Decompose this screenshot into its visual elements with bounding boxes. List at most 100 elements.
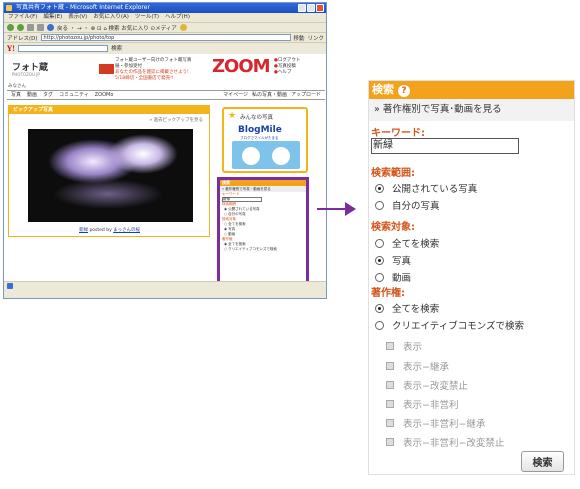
radio-selected-icon (375, 303, 384, 313)
refresh-icon[interactable] (37, 24, 44, 31)
cc-by-nd-checkbox[interactable]: 表示−改変禁止 (386, 378, 468, 392)
cc-by-nc-sa-label: 表示−非営利−継承 (403, 419, 486, 430)
maximize-button[interactable] (307, 4, 315, 12)
posted-by-label: posted by (89, 228, 112, 233)
minna-banner[interactable]: ★ みんなの写真 BlogMile ブログでマイルがたまる (222, 107, 308, 173)
rights-cc-radio[interactable]: クリエイティブコモンズで検索 (375, 318, 524, 332)
window-title: 写真共有フォト蔵 - Microsoft Internet Explorer (16, 4, 150, 11)
menu-view[interactable]: 表示(V) (68, 13, 87, 22)
photo-user-link[interactable]: まっさんの桜 (113, 228, 140, 233)
cc-by-checkbox[interactable]: 表示 (386, 339, 422, 353)
menubar: ファイル(F) 編集(E) 表示(V) お気に入り(A) ツール(T) ヘルプ(… (4, 13, 326, 22)
menu-help[interactable]: ヘルプ(H) (165, 13, 190, 22)
rights-label: 著作権: (371, 288, 405, 299)
rights-browse-link[interactable]: » 著作権別で写真･動画を見る (369, 99, 574, 121)
right-arrow-icon (317, 208, 347, 210)
photo-title-link[interactable]: 新緑 (79, 228, 88, 233)
nav-video[interactable]: 動画 (27, 91, 37, 99)
arrow-head-icon (345, 202, 356, 216)
target-label: 検索対象: (371, 222, 415, 233)
checkbox-icon (386, 400, 394, 408)
promo-line-1: フォト蔵ユーザー向けのフォト蔵写真展・参加受付 (115, 58, 192, 69)
pickup-section: ピックアップ写真 » 過去ピックアップを見る 新緑 posted by まっさん… (8, 105, 210, 237)
cc-by-nc-checkbox[interactable]: 表示−非営利 (386, 397, 458, 411)
cc-by-label: 表示 (403, 342, 423, 353)
address-bar: アドレス(D) http://photozou.jp/photo/top 移動 … (4, 32, 326, 42)
keyword-label: キーワード: (371, 128, 425, 139)
search-button[interactable]: 検索 (521, 451, 564, 472)
go-button[interactable]: 移動 (294, 34, 305, 42)
browser-window: 写真共有フォト蔵 - Microsoft Internet Explorer フ… (3, 2, 327, 299)
dog-mascot-icon (242, 147, 260, 165)
nav-photo[interactable]: 写真 (11, 91, 21, 99)
minna-title: みんなの写真 (240, 115, 274, 121)
photo-caption: 新緑 posted by まっさんの桜 (79, 227, 140, 233)
cat-mascot-icon (272, 147, 290, 165)
menu-tools[interactable]: ツール(T) (135, 13, 159, 22)
header-links: ログアウト 写真投稿 ヘルプ (274, 58, 301, 76)
keyword-input[interactable]: 新緑 (371, 138, 519, 154)
scope-mine-radio[interactable]: 自分の写真 (375, 198, 440, 212)
status-bar (4, 281, 326, 290)
nav-my-photos[interactable]: 私の写真・動画 (252, 91, 287, 99)
nav-community[interactable]: コミュニティ (59, 91, 89, 99)
forward-icon[interactable] (17, 24, 24, 31)
toolbar-search-button[interactable]: 検索 (111, 44, 122, 52)
cc-by-nc-nd-checkbox[interactable]: 表示−非営利−改変禁止 (386, 435, 504, 449)
blogmile-logo: BlogMile (238, 125, 282, 135)
search-panel-title: 検索 (372, 83, 394, 96)
nav-tag[interactable]: タグ (43, 91, 53, 99)
links-label: リンク (307, 35, 325, 42)
menu-favorites[interactable]: お気に入り(A) (93, 13, 129, 22)
question-circle-icon[interactable]: ? (398, 85, 410, 97)
nav-zoomo[interactable]: ZOOMo (95, 91, 114, 99)
checkbox-icon (386, 342, 394, 350)
yahoo-toolbar: Y! 検索 (4, 42, 326, 53)
rights-all-radio[interactable]: 全てを検索 (375, 301, 439, 315)
minimize-button[interactable] (298, 4, 306, 12)
target-all-label: 全てを検索 (392, 239, 440, 250)
target-photo-radio[interactable]: 写真 (375, 253, 411, 267)
rights-cc-label: クリエイティブコモンズで検索 (392, 321, 525, 332)
scope-public-label: 公開されている写真 (392, 184, 478, 195)
pickup-photo[interactable] (28, 129, 193, 222)
promo-line-3: 5/18締切・全国書店で発売!! (115, 76, 174, 81)
scope-public-radio[interactable]: 公開されている写真 (375, 181, 477, 195)
site-logo-sub: PHOTOZOU.JP (12, 72, 40, 77)
radio-icon (375, 200, 384, 210)
toolbar-text: 戻る ・ → ・ ⊗ ⊡ ⌂ 検索 お気に入り ⊙メディア (57, 25, 177, 32)
checkbox-icon (386, 362, 394, 370)
cc-by-sa-checkbox[interactable]: 表示−継承 (386, 359, 449, 373)
target-video-radio[interactable]: 動画 (375, 270, 411, 284)
mini-rights-cc[interactable]: ○ クリエイティブコモンズで検索 (220, 247, 306, 252)
ie-icon (6, 5, 12, 11)
checkbox-icon (386, 419, 394, 427)
nav-upload[interactable]: アップロード (291, 91, 321, 99)
help-link[interactable]: ヘルプ (274, 70, 300, 76)
star-icon: ★ (228, 111, 237, 121)
search-panel-header: 検索? (369, 81, 574, 99)
home-icon[interactable] (47, 24, 54, 31)
back-icon[interactable] (7, 24, 14, 31)
past-pickup-link[interactable]: » 過去ピックアップを見る (149, 117, 203, 123)
menu-edit[interactable]: 編集(E) (43, 13, 62, 22)
user-greeting: みなさん (8, 84, 26, 89)
page-viewport: フォト蔵 PHOTOZOU.JP フォト蔵ユーザー向けのフォト蔵写真展・参加受付… (4, 54, 326, 290)
close-button[interactable] (316, 4, 324, 12)
target-all-radio[interactable]: 全てを検索 (375, 236, 439, 250)
favorites-icon[interactable] (179, 24, 187, 31)
menu-file[interactable]: ファイル(F) (8, 13, 37, 22)
radio-selected-icon (375, 183, 384, 193)
nav-mypage[interactable]: マイページ (223, 91, 248, 99)
yahoo-logo: Y! (7, 43, 16, 53)
promo-ribbon (99, 64, 114, 74)
address-input[interactable]: http://photozou.jp/photo/top (40, 34, 291, 41)
scope-label: 検索範囲: (371, 168, 415, 179)
zoom-logo[interactable]: ZOOM (212, 56, 271, 77)
scope-mine-label: 自分の写真 (392, 201, 440, 212)
radio-icon (375, 272, 384, 282)
stop-icon[interactable] (27, 24, 34, 31)
cc-by-nc-sa-checkbox[interactable]: 表示−非営利−継承 (386, 416, 485, 430)
promo-banner[interactable]: フォト蔵ユーザー向けのフォト蔵写真展・参加受付 あなたの作品を雑誌に掲載させよう… (99, 58, 199, 81)
toolbar-search-input[interactable] (18, 44, 109, 52)
